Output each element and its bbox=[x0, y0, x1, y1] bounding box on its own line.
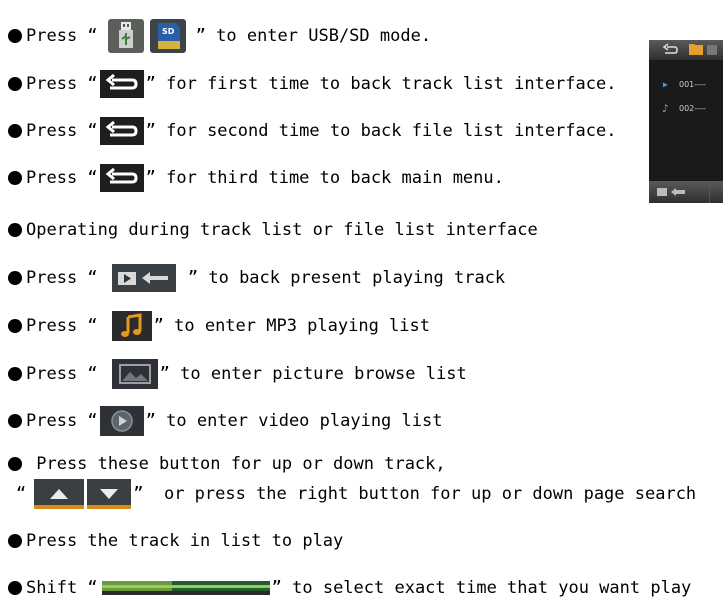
instruction-text: ” to back present playing track bbox=[177, 268, 506, 288]
instruction-text: ” to enter video playing list bbox=[145, 411, 443, 431]
instruction-heading-operating: Operating during track list or file list… bbox=[8, 214, 538, 246]
instruction-text: ” to select exact time that you want pla… bbox=[271, 578, 692, 598]
instruction-text: Press “ bbox=[26, 364, 98, 384]
bullet-icon bbox=[8, 223, 22, 237]
instruction-text: Press “ bbox=[26, 316, 98, 336]
instruction-mp3-list: Press “ ” to enter MP3 playing list bbox=[8, 310, 430, 342]
instruction-press-track: Press the track in list to play bbox=[8, 525, 343, 557]
instruction-usb-sd: Press “ SD ” to enter USB/SD mode. bbox=[8, 19, 432, 53]
instruction-text: Press “ bbox=[26, 268, 98, 288]
device-now-playing-icon bbox=[657, 181, 710, 203]
up-arrow-icon[interactable] bbox=[34, 479, 85, 509]
music-note-icon: ♪ bbox=[662, 102, 669, 115]
bullet-icon bbox=[8, 367, 22, 381]
music-note-icon[interactable] bbox=[111, 311, 152, 341]
instruction-text: ” to enter MP3 playing list bbox=[153, 316, 430, 336]
bullet-icon bbox=[8, 414, 22, 428]
instruction-text: ” for first time to back track list inte… bbox=[145, 74, 617, 94]
instruction-page-search: “ ” or press the right button for up or … bbox=[16, 478, 696, 510]
bullet-icon bbox=[8, 77, 22, 91]
bullet-icon bbox=[8, 29, 22, 43]
bullet-icon bbox=[8, 581, 22, 595]
instruction-video-list: Press “ ” to enter video playing list bbox=[8, 405, 442, 437]
video-play-icon[interactable] bbox=[99, 406, 144, 436]
instruction-text: Press these button for up or down track, bbox=[26, 454, 446, 474]
device-track-row[interactable]: 001---- bbox=[679, 80, 706, 89]
device-track-row[interactable]: 002---- bbox=[679, 104, 706, 113]
instruction-up-down: Press these button for up or down track, bbox=[8, 452, 446, 476]
back-arrow-icon[interactable] bbox=[99, 164, 144, 192]
instruction-text: ” for third time to back main menu. bbox=[145, 168, 504, 188]
back-arrow-icon[interactable] bbox=[99, 70, 144, 98]
down-arrow-icon[interactable] bbox=[87, 479, 132, 509]
instruction-picture-list: Press “ ” to enter picture browse list bbox=[8, 358, 467, 390]
instruction-text: Press “ bbox=[26, 121, 98, 141]
bullet-icon bbox=[8, 319, 22, 333]
sd-card-icon[interactable]: SD bbox=[149, 19, 186, 53]
back-arrow-icon[interactable] bbox=[99, 117, 144, 145]
instruction-text: Press the track in list to play bbox=[26, 531, 344, 551]
instruction-now-playing: Press “ ” to back present playing track bbox=[8, 262, 505, 294]
instruction-text: ” for second time to back file list inte… bbox=[145, 121, 617, 141]
device-bottom-bar bbox=[649, 181, 723, 203]
instruction-text: ” to enter USB/SD mode. bbox=[195, 26, 432, 46]
instruction-text: ” to enter picture browse list bbox=[159, 364, 467, 384]
device-top-bar bbox=[649, 40, 723, 60]
instruction-text: Press “ bbox=[26, 168, 98, 188]
device-screen: ▶ 001---- ♪ 002---- bbox=[649, 40, 723, 203]
instruction-back-first: Press “ ” for first time to back track l… bbox=[8, 68, 616, 100]
svg-text:SD: SD bbox=[162, 27, 175, 36]
instruction-text: ” or press the right button for up or do… bbox=[133, 484, 697, 504]
play-indicator-icon: ▶ bbox=[663, 80, 668, 89]
instruction-text: Operating during track list or file list… bbox=[26, 220, 538, 240]
bullet-icon bbox=[8, 171, 22, 185]
instruction-text: Press “ bbox=[26, 411, 98, 431]
instruction-text: Shift “ bbox=[26, 578, 98, 598]
instruction-text: Press “ bbox=[26, 74, 98, 94]
now-playing-icon[interactable] bbox=[111, 264, 176, 292]
usb-icon[interactable] bbox=[107, 19, 144, 53]
bullet-icon bbox=[8, 457, 22, 471]
picture-icon[interactable] bbox=[111, 359, 158, 389]
bullet-icon bbox=[8, 271, 22, 285]
instruction-shift-progress: Shift “ ” to select exact time that you … bbox=[8, 572, 691, 604]
instruction-text: “ bbox=[16, 484, 27, 504]
instruction-text: Press “ bbox=[26, 26, 98, 46]
progress-bar-icon[interactable] bbox=[101, 581, 270, 595]
bullet-icon bbox=[8, 534, 22, 548]
bullet-icon bbox=[8, 124, 22, 138]
instruction-back-third: Press “ ” for third time to back main me… bbox=[8, 162, 504, 194]
device-toolbar-icons bbox=[662, 43, 717, 55]
instruction-back-second: Press “ ” for second time to back file l… bbox=[8, 115, 616, 147]
